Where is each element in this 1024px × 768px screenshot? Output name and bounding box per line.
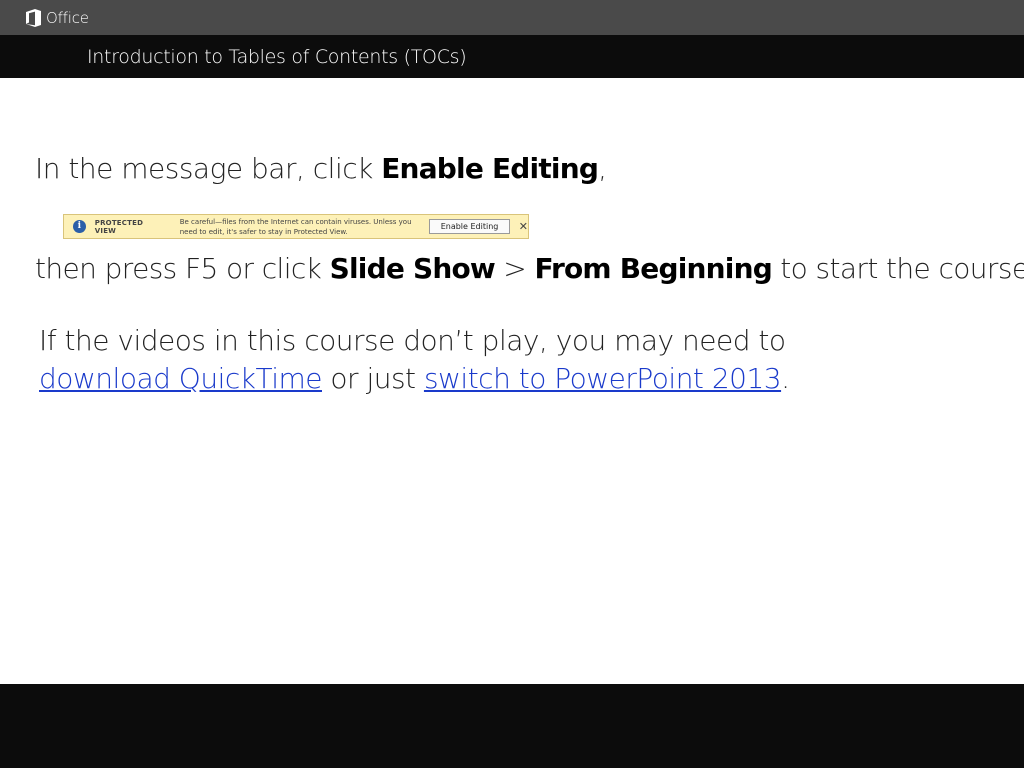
- note-line-1: If the videos in this course don’t play,…: [39, 324, 786, 357]
- download-quicktime-link[interactable]: download QuickTime: [39, 362, 323, 395]
- instruction-2-separator: >: [494, 252, 535, 285]
- office-top-bar: Office: [0, 0, 1024, 35]
- course-title-bar: Introduction to Tables of Contents (TOCs…: [0, 35, 1024, 78]
- instruction-line-2: then press F5 or click Slide Show > From…: [35, 252, 1024, 285]
- enable-editing-button[interactable]: Enable Editing: [429, 219, 510, 234]
- info-icon: i: [73, 220, 86, 233]
- office-brand-label: Office: [46, 8, 89, 27]
- protected-view-text: Be careful—files from the Internet can c…: [179, 217, 412, 236]
- office-logo-icon: [26, 8, 41, 27]
- protected-view-label: PROTECTED VIEW: [94, 218, 144, 235]
- footer-bar: [0, 684, 1024, 768]
- course-title: Introduction to Tables of Contents (TOCs…: [87, 45, 467, 68]
- from-beginning-term: From Beginning: [534, 252, 772, 285]
- instruction-1-suffix: ,: [598, 152, 607, 185]
- note-end: .: [781, 362, 790, 395]
- instruction-1-prefix: In the message bar, click: [35, 152, 382, 185]
- video-help-note: If the videos in this course don’t play,…: [39, 322, 939, 398]
- enable-editing-term: Enable Editing: [381, 152, 599, 185]
- instruction-2-prefix: then press F5 or click: [35, 252, 330, 285]
- instruction-2-suffix: to start the course.: [771, 252, 1024, 285]
- protected-view-message-bar: i PROTECTED VIEW Be careful—files from t…: [63, 214, 529, 239]
- close-icon[interactable]: ✕: [519, 220, 528, 233]
- instruction-line-1: In the message bar, click Enable Editing…: [35, 152, 607, 185]
- slide-show-term: Slide Show: [329, 252, 496, 285]
- switch-to-powerpoint-link[interactable]: switch to PowerPoint 2013: [424, 362, 782, 395]
- note-middle: or just: [322, 362, 424, 395]
